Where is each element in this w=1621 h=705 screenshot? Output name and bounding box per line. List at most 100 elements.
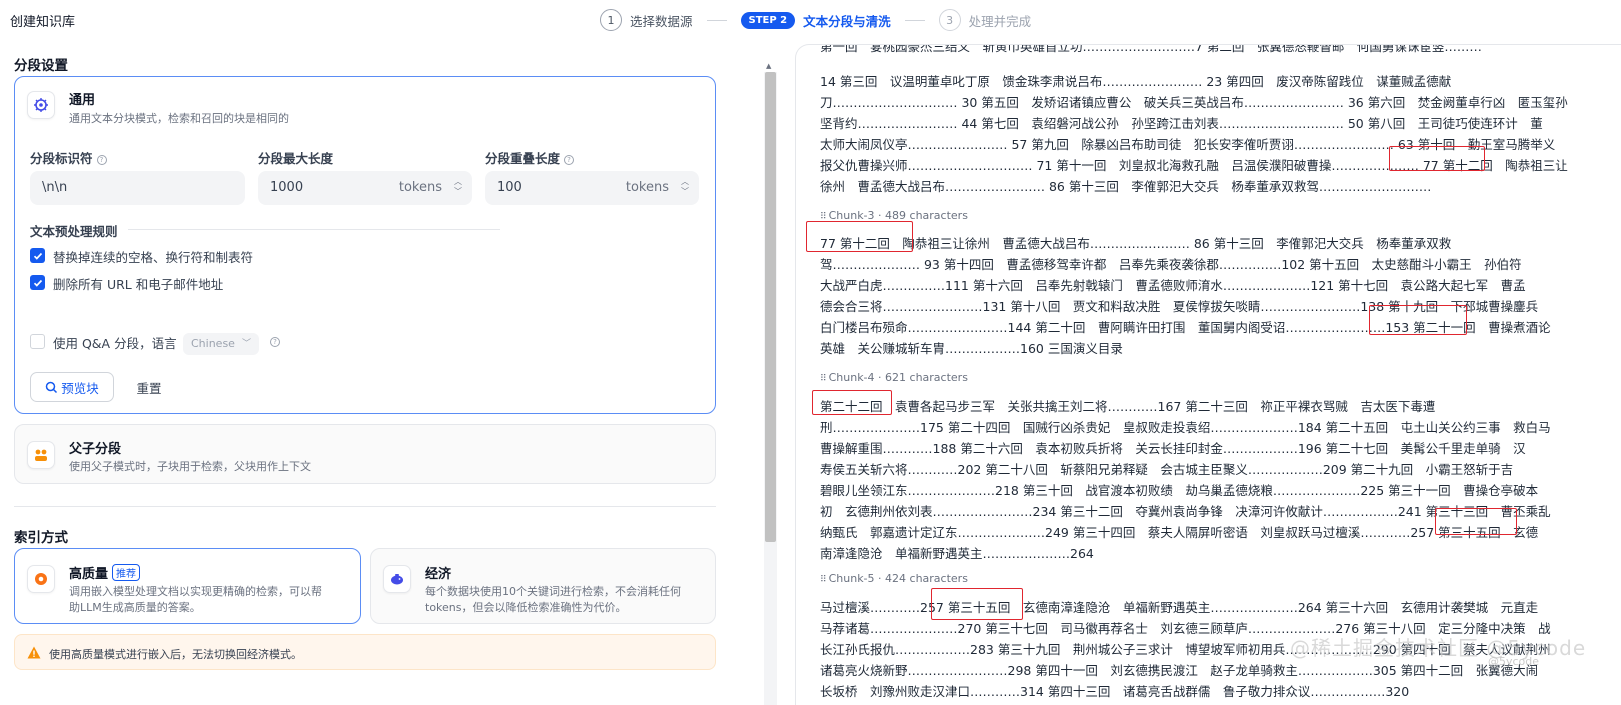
- preview-text-line: 寿侯五关斩六将…………202 第二十八回 斩蔡阳兄弟释疑 会古城主臣聚义……………: [820, 462, 1514, 477]
- preprocess-title: 文本预处理规则: [30, 224, 118, 239]
- search-icon: [45, 381, 58, 393]
- overlap-unit: tokens: [625, 180, 669, 195]
- overlap-label: 分段重叠长度?: [485, 148, 575, 167]
- step-3-number: 3: [938, 9, 961, 31]
- chevron-down-icon: ﹀: [241, 339, 251, 349]
- recommended-badge: 推荐: [112, 564, 141, 581]
- language-value: Chinese: [191, 337, 235, 350]
- economy-title: 经济: [425, 567, 452, 582]
- overlap-value: 100: [497, 180, 522, 195]
- language-select[interactable]: Chinese ﹀: [183, 333, 259, 355]
- high-quality-card[interactable]: 高质量 推荐 调用嵌入模型处理文档以实现更精确的检索，可以帮 助LLM生成高质量的…: [14, 548, 361, 624]
- high-quality-icon: [27, 565, 55, 593]
- highlight-box: [1389, 146, 1485, 171]
- general-mode-icon: [27, 91, 55, 119]
- high-quality-title: 高质量 推荐: [69, 563, 141, 582]
- info-icon[interactable]: ?: [96, 155, 107, 165]
- scroll-up-arrow[interactable]: ▲: [766, 62, 771, 70]
- settings-panel: 分段设置 通用 通用文本分块模式，检索和召回的块是相同的 分段标识符? \n\n…: [0, 44, 760, 705]
- economy-desc-2: tokens，但会以降低检索准确性为代价。: [425, 601, 627, 614]
- step-1-label: 选择数据源: [630, 13, 693, 29]
- parent-child-mode-card[interactable]: 父子分段 使用父子模式时，子块用于检索，父块用作上下文: [14, 424, 716, 484]
- preview-text-line: 刑…………………175 第二十四回 国贼行凶杀贵妃 皇叔败走投袁绍……………………: [820, 420, 1551, 435]
- highlight-box: [931, 588, 1023, 620]
- step-1-number: 1: [600, 9, 622, 31]
- step-2-label: 文本分段与清洗: [803, 13, 891, 29]
- max-length-value: 1000: [270, 180, 304, 195]
- segment-section-title: 分段设置: [14, 58, 68, 74]
- rule-1-checkbox[interactable]: [30, 248, 45, 263]
- parent-child-desc: 使用父子模式时，子块用于检索，父块用作上下文: [69, 460, 311, 473]
- separator-label: 分段标识符?: [30, 148, 107, 167]
- max-length-input[interactable]: 1000 tokens ︿ ﹀: [258, 171, 472, 205]
- preview-text-line: 14 第三回 议温明董卓叱丁原 馈金珠李肃说吕布…………………… 23 第四回 …: [820, 74, 1452, 89]
- preview-text-line: 诸葛亮火烧新野……………………298 第四十一回 刘玄德携民渡江 赵子龙单骑救主…: [820, 663, 1539, 678]
- page-title: 创建知识库: [10, 15, 76, 30]
- section-divider: [14, 506, 716, 507]
- info-icon[interactable]: ?: [270, 337, 280, 347]
- top-header: 创建知识库 1 选择数据源 STEP 2 文本分段与清洗 3 处理并完成: [0, 0, 1621, 40]
- highlight-box: [1435, 508, 1517, 535]
- qa-checkbox[interactable]: [30, 334, 45, 349]
- preview-text-line: 刀………………………… 30 第五回 发矫诏诸镇应曹公 破关兵三英战吕布……………: [820, 95, 1568, 110]
- watermark: @稀土掘金技术社区 @5ycode: [1290, 636, 1587, 660]
- preview-text-line: 坚背约…………………… 44 第七回 袁绍磐河战公孙 孙坚跨江击刘表…………………: [820, 116, 1543, 131]
- highlight-box: [806, 221, 913, 252]
- chunk-header: ⠿ Chunk-5 · 424 characters: [820, 572, 968, 585]
- index-section-title: 索引方式: [14, 530, 68, 546]
- preview-text-line: 南漳逢隐沧 单福新野遇英主…………………264: [820, 546, 1094, 561]
- economy-card[interactable]: 经济 每个数据块使用10个关键词进行检索，不会消耗任何 tokens，但会以降低…: [370, 548, 716, 624]
- rule-2-checkbox[interactable]: [30, 275, 45, 290]
- grip-icon: ⠿: [820, 374, 827, 384]
- general-mode-card[interactable]: 通用 通用文本分块模式，检索和召回的块是相同的: [14, 76, 716, 414]
- separator-input[interactable]: \n\n: [30, 171, 245, 205]
- preview-text-line: 77 第十二回 陶恭祖三让徐州 曹孟德大战吕布…………………… 86 第十三回 …: [820, 236, 1452, 251]
- stepper: 1 选择数据源 STEP 2 文本分段与清洗 3 处理并完成: [600, 9, 1031, 31]
- high-quality-desc-2: 助LLM生成高质量的答案。: [69, 601, 201, 614]
- preview-panel: 第一回 宴桃园豪杰三结义 斩黄巾英雄首立功………………………7 第二回 张翼德怒…: [795, 44, 1621, 705]
- general-mode-desc: 通用文本分块模式，检索和召回的块是相同的: [69, 112, 289, 125]
- number-stepper[interactable]: ︿ ﹀: [679, 177, 691, 199]
- separator-value: \n\n: [42, 180, 68, 195]
- preview-text-line: 碧眼儿坐领江东…………………218 第三十回 战官渡本初败绩 劫乌巢孟德烧粮………: [820, 483, 1539, 498]
- preview-label: 预览块: [61, 380, 99, 396]
- number-stepper[interactable]: ︿ ﹀: [452, 177, 464, 199]
- step-divider: [904, 19, 925, 21]
- preview-text-line: 曹操解重围…………188 第二十六回 袁本初败兵折将 关云长挂印封金…………………: [820, 441, 1526, 456]
- general-mode-title: 通用: [69, 93, 96, 108]
- highlight-box: [1369, 305, 1467, 335]
- preview-text-line: 大战严白虎……………111 第十六回 吕奉先射戟辕门 曹孟德败师淯水…………………: [820, 278, 1526, 293]
- economy-desc-1: 每个数据块使用10个关键词进行检索，不会消耗任何: [425, 585, 681, 598]
- parent-child-title: 父子分段: [69, 442, 122, 457]
- rule-1-label: 替换掉连续的空格、换行符和制表符: [53, 250, 254, 265]
- watermark-small: @5ycode: [1488, 655, 1540, 668]
- preview-button[interactable]: 预览块: [30, 372, 114, 402]
- step-2-pill: STEP 2: [740, 11, 796, 29]
- preview-text-line: 长坂桥 刘豫州败走汉津口…………314 第四十三回 诸葛亮舌战群儒 鲁子敬力排众…: [820, 684, 1410, 699]
- preview-text-line: 徐州 曹孟德大战吕布…………………… 86 第十三回 李傕郭汜大交兵 杨奉董承双…: [820, 179, 1432, 194]
- qa-label: 使用 Q&A 分段，语言: [53, 336, 177, 351]
- step-3-label: 处理并完成: [968, 13, 1032, 29]
- parent-child-icon: [27, 441, 55, 469]
- info-icon[interactable]: ?: [564, 155, 575, 165]
- warning-icon: [27, 646, 41, 659]
- max-length-unit: tokens: [398, 180, 442, 195]
- grip-icon: ⠿: [820, 575, 827, 585]
- reset-button[interactable]: 重置: [126, 372, 172, 402]
- preview-text-line: 第一回 宴桃园豪杰三结义 斩黄巾英雄首立功………………………7 第二回 张翼德怒…: [820, 44, 1482, 54]
- preview-text-line: 纳甄氏 郭嘉遗计定辽东…………………249 第三十四回 蔡夫人隔屏听密语 刘皇叔…: [820, 525, 1539, 540]
- step-divider: [706, 19, 727, 21]
- preview-text-line: 第二十二回 袁曹各起马步三军 关张共擒王刘二将…………167 第二十三回 祢正平…: [820, 399, 1436, 414]
- rule-2-label: 删除所有 URL 和电子邮件地址: [53, 277, 224, 292]
- chunk-header: ⠿ Chunk-4 · 621 characters: [820, 371, 968, 384]
- max-length-label: 分段最大长度: [258, 151, 334, 166]
- warning-text: 使用高质量模式进行嵌入后，无法切换回经济模式。: [49, 648, 302, 661]
- preview-text-line: 马过檀溪…………257 第三十五回 玄德南漳逢隐沧 单福新野遇英主……………………: [820, 600, 1539, 615]
- piggy-bank-icon: [383, 565, 411, 593]
- scrollbar-thumb[interactable]: [765, 72, 776, 542]
- overlap-input[interactable]: 100 tokens ︿ ﹀: [485, 171, 699, 205]
- divider: [128, 229, 500, 230]
- warning-banner: 使用高质量模式进行嵌入后，无法切换回经济模式。: [14, 634, 716, 670]
- preview-text-line: 驾………………… 93 第十四回 曹孟德移驾幸许都 吕奉先乘夜袭徐郡……………1…: [820, 257, 1522, 272]
- high-quality-desc-1: 调用嵌入模型处理文档以实现更精确的检索，可以帮: [69, 585, 322, 598]
